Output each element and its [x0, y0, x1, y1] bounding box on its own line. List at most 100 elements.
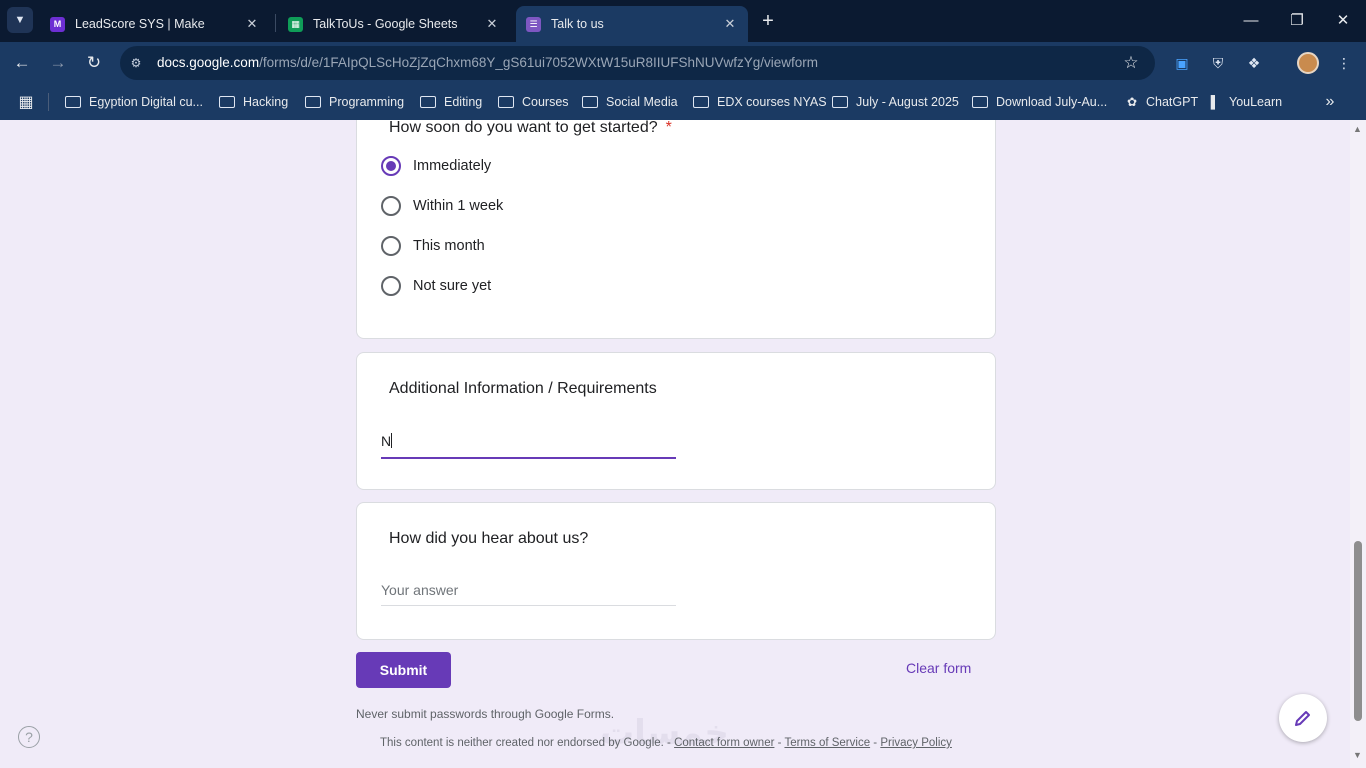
apps-grid-icon[interactable]: ▦: [16, 92, 36, 112]
help-icon[interactable]: ?: [18, 726, 40, 748]
tab-talktous-sheets[interactable]: ▦ TalkToUs - Google Sheets ✕: [278, 6, 510, 42]
radio-label: Within 1 week: [413, 198, 504, 214]
folder-icon: [65, 96, 81, 108]
folder-icon: [498, 96, 514, 108]
reload-button[interactable]: ↻: [82, 51, 106, 75]
radio-selected-icon[interactable]: [381, 156, 401, 176]
page-viewport: How soon do you want to get started? * Im…: [0, 120, 1350, 768]
legal-separator: -: [774, 737, 785, 749]
question-title: How did you hear about us?: [389, 530, 589, 547]
close-icon: ✕: [1336, 12, 1350, 29]
chevron-down-icon: ▼: [14, 14, 26, 26]
arrow-left-icon: ←: [13, 53, 31, 72]
bookmark-folder-courses[interactable]: Courses: [498, 92, 569, 112]
bookmark-folder-editing[interactable]: Editing: [420, 92, 482, 112]
url-host: docs.google.com: [157, 55, 260, 70]
site-settings-icon[interactable]: ⚙: [128, 55, 144, 71]
scroll-down-arrow-icon[interactable]: ▼: [1353, 750, 1362, 760]
legal-separator: -: [870, 737, 881, 749]
tab-strip: ▼ M LeadScore SYS | Make ✕ ▦ TalkToUs - …: [0, 0, 1366, 42]
question-title: Additional Information / Requirements: [389, 380, 657, 397]
radio-unselected-icon[interactable]: [381, 276, 401, 296]
back-button[interactable]: ←: [10, 51, 34, 75]
tab-title: LeadScore SYS | Make: [75, 17, 205, 31]
radio-option-this-month[interactable]: This month: [381, 234, 485, 258]
radio-unselected-icon[interactable]: [381, 196, 401, 216]
bookmark-folder-egyption[interactable]: Egyption Digital cu...: [65, 92, 203, 112]
bookmark-label: EDX courses NYAS: [717, 95, 827, 109]
profile-avatar[interactable]: [1297, 52, 1319, 74]
bookmarks-divider: [48, 93, 49, 111]
question-card-hear-about: How did you hear about us? Your answer: [356, 502, 996, 640]
bookmark-label: ChatGPT: [1146, 95, 1199, 109]
radio-option-not-sure[interactable]: Not sure yet: [381, 274, 491, 298]
folder-icon: [420, 96, 436, 108]
input-value: N: [381, 433, 392, 449]
chatgpt-icon: ✿: [1126, 95, 1138, 109]
submit-button[interactable]: Submit: [356, 652, 451, 688]
bookmark-folder-july-august[interactable]: July - August 2025: [832, 92, 959, 112]
tab-search-button[interactable]: ▼: [7, 7, 33, 33]
text-caret: [391, 433, 393, 448]
terms-link[interactable]: Terms of Service: [784, 737, 870, 749]
bookmark-label: Courses: [522, 95, 569, 109]
bookmark-folder-social-media[interactable]: Social Media: [582, 92, 678, 112]
close-tab-icon[interactable]: ✕: [244, 16, 260, 32]
privacy-link[interactable]: Privacy Policy: [880, 737, 952, 749]
forward-button[interactable]: →: [46, 51, 70, 75]
scroll-up-arrow-icon[interactable]: ▲: [1353, 124, 1362, 134]
bookmark-star-icon[interactable]: ☆: [1121, 53, 1141, 73]
url-text[interactable]: docs.google.com/forms/d/e/1FAIpQLScHoZjZ…: [157, 55, 818, 70]
minimize-icon: —: [1243, 11, 1259, 29]
folder-icon: [693, 96, 709, 108]
folder-icon: [832, 96, 848, 108]
bookmark-folder-download[interactable]: Download July-Au...: [972, 92, 1107, 112]
bookmark-youlearn[interactable]: ▌ YouLearn: [1208, 92, 1282, 112]
question-title: How soon do you want to get started? *: [389, 120, 672, 137]
close-tab-icon[interactable]: ✕: [722, 16, 738, 32]
legal-footer: This content is neither created nor endo…: [380, 737, 952, 749]
minimize-button[interactable]: —: [1240, 8, 1262, 32]
address-bar[interactable]: ⚙ docs.google.com/forms/d/e/1FAIpQLScHoZ…: [120, 46, 1155, 80]
question-title-text: How soon do you want to get started?: [389, 120, 658, 136]
bookmark-folder-hacking[interactable]: Hacking: [219, 92, 288, 112]
radio-option-immediately[interactable]: Immediately: [381, 154, 491, 178]
folder-icon: [305, 96, 321, 108]
question-card-additional-info: Additional Information / Requirements N: [356, 352, 996, 490]
cast-icon[interactable]: ▣: [1171, 52, 1193, 74]
additional-info-input[interactable]: N: [381, 433, 676, 459]
clear-form-button[interactable]: Clear form: [906, 660, 971, 676]
radio-option-within-week[interactable]: Within 1 week: [381, 194, 503, 218]
close-tab-icon[interactable]: ✕: [484, 16, 500, 32]
password-warning: Never submit passwords through Google Fo…: [356, 707, 615, 721]
bookmark-folder-edx[interactable]: EDX courses NYAS: [693, 92, 827, 112]
bookmark-label: Hacking: [243, 95, 289, 109]
new-tab-button[interactable]: +: [757, 10, 779, 32]
shield-icon[interactable]: ⛨: [1207, 52, 1229, 74]
reload-icon: ↻: [86, 53, 102, 72]
radio-label: Immediately: [413, 158, 492, 174]
tab-leadscore[interactable]: M LeadScore SYS | Make ✕: [40, 6, 270, 42]
bookmark-label: Egyption Digital cu...: [89, 95, 203, 109]
contact-owner-link[interactable]: Contact form owner: [674, 737, 774, 749]
bookmark-label: Editing: [444, 95, 483, 109]
bookmark-label: YouLearn: [1229, 95, 1283, 109]
bookmark-label: Social Media: [606, 95, 678, 109]
bookmark-label: July - August 2025: [856, 95, 959, 109]
question-card-start-time: How soon do you want to get started? * Im…: [356, 120, 996, 339]
close-window-button[interactable]: ✕: [1332, 8, 1354, 32]
bookmark-chatgpt[interactable]: ✿ ChatGPT: [1125, 92, 1198, 112]
restore-button[interactable]: ❐: [1286, 8, 1308, 32]
hear-about-input[interactable]: Your answer: [381, 582, 676, 606]
scrollbar-thumb[interactable]: [1354, 541, 1362, 721]
bookmark-folder-programming[interactable]: Programming: [305, 92, 404, 112]
bookmarks-overflow-icon[interactable]: »: [1320, 92, 1340, 112]
legal-separator: -: [663, 737, 675, 749]
tab-talk-to-us[interactable]: ☰ Talk to us ✕: [516, 6, 748, 42]
more-menu-icon[interactable]: ⋮: [1333, 52, 1355, 74]
bookmarks-bar: ▦ Egyption Digital cu... Hacking Program…: [0, 84, 1366, 120]
extensions-puzzle-icon[interactable]: ❖: [1243, 52, 1265, 74]
radio-unselected-icon[interactable]: [381, 236, 401, 256]
edit-fab-button[interactable]: [1279, 694, 1327, 742]
folder-icon: [972, 96, 988, 108]
